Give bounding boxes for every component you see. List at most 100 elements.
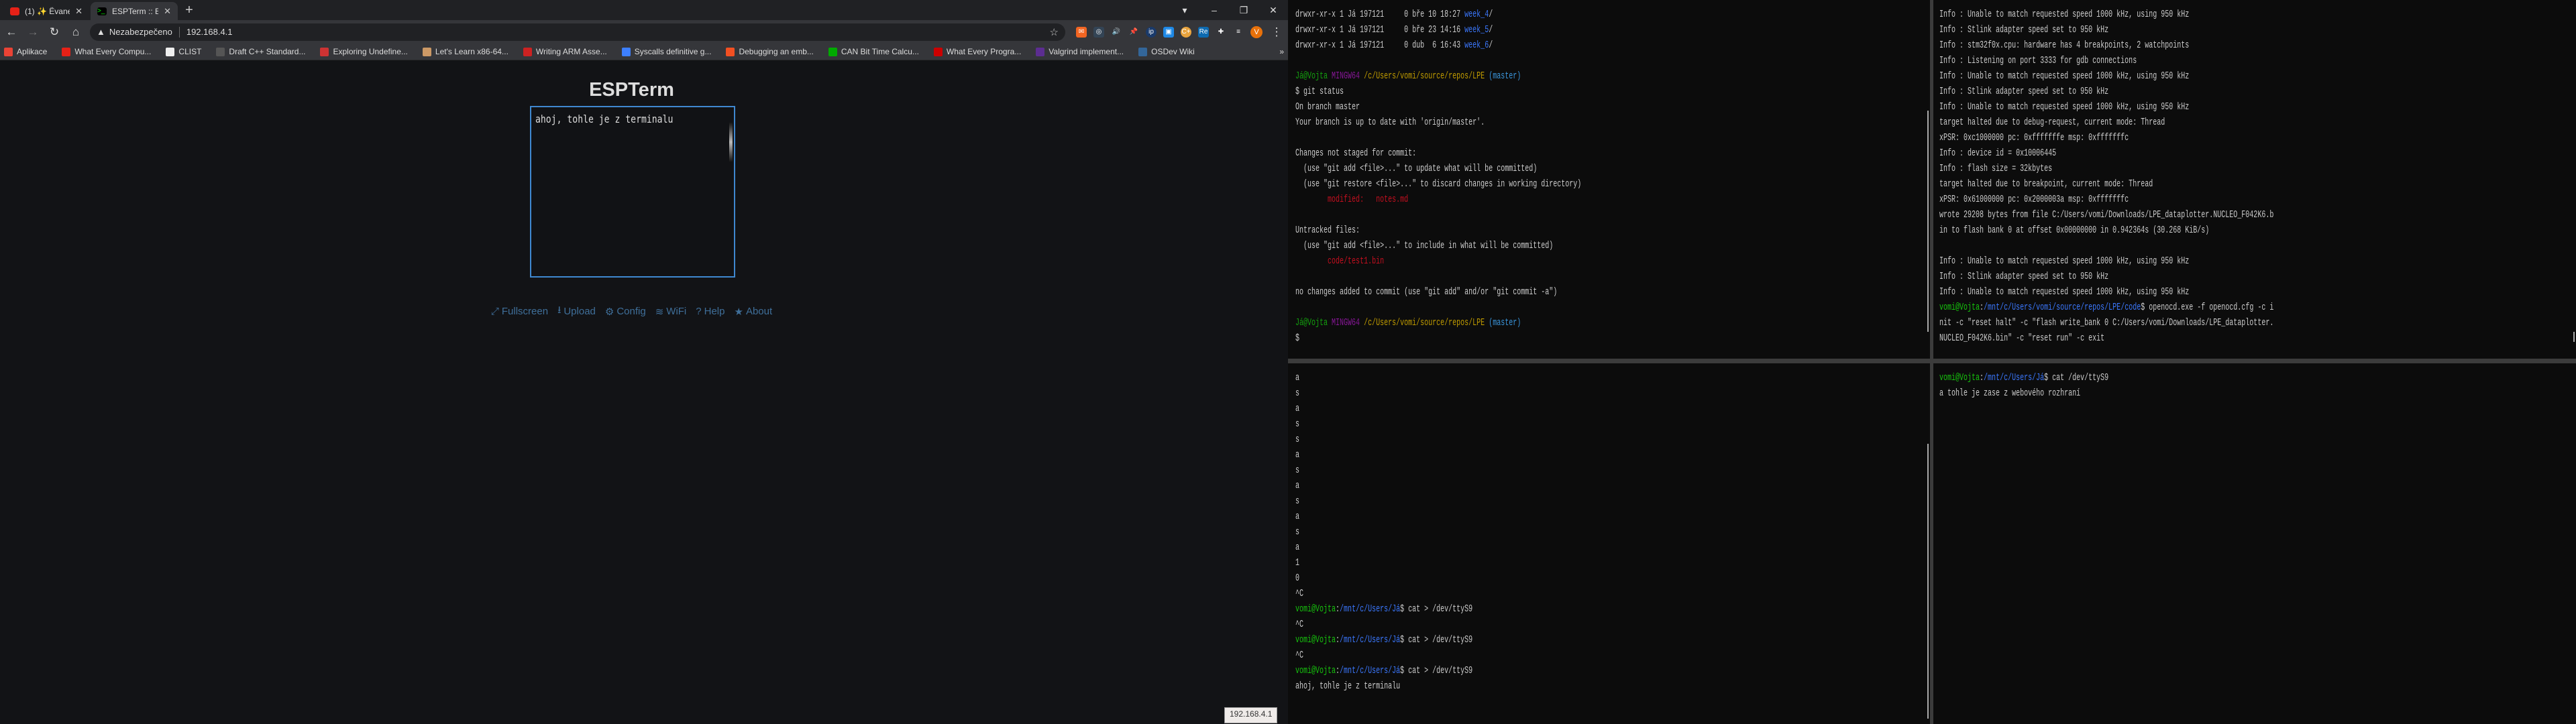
terminal-text: (use "git add <file>..." to update what …	[1295, 163, 1538, 174]
terminal-line: NUCLEO_F042K6.bin" -c "reset run" -c exi…	[1939, 330, 2273, 346]
scrollbar[interactable]	[729, 122, 733, 162]
nav-link-help[interactable]: ? Help	[696, 303, 724, 320]
espterm-screen[interactable]: ahoj, tohle je z terminalu	[530, 106, 735, 278]
terminal-line: s	[1295, 463, 1472, 478]
terminal-text: s	[1295, 465, 1300, 476]
terminal-line: Info : flash size = 32kbytes	[1939, 161, 2273, 176]
terminal-line: a	[1295, 540, 1472, 555]
nav-link-config[interactable]: ⚙ Config	[605, 303, 646, 320]
bookmark-item[interactable]: Syscalls definitive g...	[621, 47, 711, 56]
bookmark-favicon-icon	[422, 47, 431, 56]
terminal-text: in to flash bank 0 at offset 0x00000000 …	[1939, 225, 2210, 236]
upload-icon: ⭳	[557, 304, 561, 316]
extension-re-icon[interactable]: Re	[1198, 26, 1209, 38]
new-tab-button[interactable]: +	[181, 3, 197, 18]
extension-owl-icon[interactable]: ◎	[1093, 26, 1104, 38]
profile-avatar[interactable]: V	[1250, 25, 1263, 38]
extension-cplus-icon[interactable]: C+	[1181, 26, 1191, 38]
terminal-line: xPSR: 0x61000000 pc: 0x2000003a msp: 0xf…	[1939, 192, 2273, 207]
terminal-text: Já@Vojta	[1295, 317, 1332, 328]
nav-link-about[interactable]: ★ About	[734, 303, 772, 320]
nav-link-fullscreen[interactable]: ⤢ Fullscreen	[491, 303, 548, 320]
bookmarks-overflow-button[interactable]: »	[1279, 47, 1284, 56]
bookmark-label: Debugging an emb...	[739, 47, 814, 56]
terminal-text: On branch master	[1295, 101, 1360, 113]
forward-button[interactable]: →	[25, 25, 40, 39]
minimize-button[interactable]: –	[1199, 5, 1229, 15]
bookmark-item[interactable]: Let's Learn x86-64...	[422, 47, 508, 56]
nav-link-upload[interactable]: ⭳ Upload	[557, 303, 596, 320]
terminal-text: drwxr-xr-x 1 Já 197121 0 bře 10 18:27	[1295, 9, 1465, 20]
extension-pin-icon[interactable]: 📌	[1128, 27, 1139, 38]
terminal-pane-git-bash[interactable]: drwxr-xr-x 1 Já 197121 0 bře 10 18:27 we…	[1289, 0, 1930, 359]
close-tab-icon[interactable]: ✕	[164, 6, 171, 17]
close-window-button[interactable]: ✕	[1258, 5, 1288, 16]
terminal-pane-openocd[interactable]: Info : Unable to match requested speed 1…	[1933, 0, 2576, 359]
tab-search-icon[interactable]: ▾	[1170, 5, 1199, 16]
terminal-text: 0	[1295, 572, 1300, 584]
terminal-line: modified: notes.md	[1295, 192, 1581, 207]
pane-divider-horizontal[interactable]	[1288, 359, 2576, 363]
terminal-text: $ cat > /dev/ttyS9	[1400, 634, 1473, 646]
terminal-line: wrote 29208 bytes from file C:/Users/vom…	[1939, 207, 2273, 223]
terminal-line: Info : stm32f0x.cpu: hardware has 4 brea…	[1939, 38, 2273, 53]
nav-link-wifi[interactable]: ≋ WiFi	[655, 303, 687, 320]
bookmark-item[interactable]: Draft C++ Standard...	[216, 47, 305, 56]
bookmark-item[interactable]: What Every Compu...	[62, 47, 151, 56]
terminal-text: $ cat > /dev/ttyS9	[1400, 665, 1473, 676]
scrollbar[interactable]	[2573, 332, 2575, 342]
bookmark-item[interactable]: What Every Progra...	[933, 47, 1021, 56]
bookmark-item[interactable]: Aplikace	[4, 47, 47, 56]
bookmark-item[interactable]: CLIST	[166, 47, 201, 56]
reload-button[interactable]: ↻	[47, 25, 62, 39]
close-tab-icon[interactable]: ✕	[75, 6, 83, 17]
about-icon: ★	[734, 306, 743, 318]
bookmark-item[interactable]: Valgrind implement...	[1036, 47, 1124, 56]
terminal-pane-serial-read[interactable]: vomi@Vojta:/mnt/c/Users/Já$ cat /dev/tty…	[1933, 363, 2576, 724]
back-button[interactable]: ←	[4, 25, 19, 39]
terminal-text: $ cat > /dev/ttyS9	[1400, 603, 1473, 615]
terminal-line: Changes not staged for commit:	[1295, 145, 1581, 161]
tab-espterm[interactable]: >_ ESPTerm :: ESPTerm ✕	[91, 2, 178, 20]
nav-label: Config	[616, 306, 646, 317]
warning-icon: ▲	[97, 27, 105, 37]
terminal-text: Your branch is up to date with 'origin/m…	[1295, 117, 1485, 128]
terminal-text: a	[1295, 511, 1300, 522]
terminal-text: /	[1489, 9, 1493, 20]
bookmark-favicon-icon	[828, 47, 837, 56]
terminal-line: Your branch is up to date with 'origin/m…	[1295, 115, 1581, 130]
terminal-pane-serial-write[interactable]: a s a s s a s a s a s a 1 0 ^C vomi@Vojta:/mnt/c/Users/…	[1289, 363, 1930, 724]
terminal-line: Info : Stlink adapter speed set to 950 k…	[1939, 22, 2273, 38]
bookmark-item[interactable]: Writing ARM Asse...	[523, 47, 607, 56]
terminal-line: Info : Stlink adapter speed set to 950 k…	[1939, 269, 2273, 284]
extension-ip-icon[interactable]: ip	[1146, 26, 1157, 38]
terminal-line: Já@Vojta MINGW64 /c/Users/vomi/source/re…	[1295, 68, 1581, 84]
extension-blue-icon[interactable]: ▣	[1163, 26, 1174, 38]
terminal-line: Untracked files:	[1295, 223, 1581, 238]
bookmark-item[interactable]: Debugging an emb...	[726, 47, 814, 56]
home-button[interactable]: ⌂	[68, 25, 83, 39]
media-control-icon[interactable]: ≡	[1233, 27, 1244, 38]
tab-bar: (1) ✨ Ëvanescencë Best of 1998 - ✕ >_ ES…	[0, 0, 1288, 20]
scrollbar[interactable]	[1927, 444, 1929, 719]
terminal-text: /	[1489, 24, 1493, 36]
extensions-puzzle-icon[interactable]: ✚	[1216, 27, 1226, 38]
address-bar[interactable]: ▲ Nezabezpečeno 192.168.4.1 ☆	[90, 23, 1065, 41]
terminal-line: Info : Unable to match requested speed 1…	[1939, 284, 2273, 300]
terminal-line: Info : Stlink adapter speed set to 950 k…	[1939, 84, 2273, 99]
terminal-line: Info : Unable to match requested speed 1…	[1939, 7, 2273, 22]
terminal-line: s	[1295, 385, 1472, 401]
extension-mail-icon[interactable]: ✉	[1076, 26, 1087, 38]
scrollbar[interactable]	[1927, 111, 1929, 332]
tab-youtube[interactable]: (1) ✨ Ëvanescencë Best of 1998 - ✕	[3, 2, 89, 20]
bookmark-item[interactable]: CAN Bit Time Calcu...	[828, 47, 919, 56]
restore-button[interactable]: ❐	[1229, 5, 1258, 16]
bookmark-star-icon[interactable]: ☆	[1050, 26, 1059, 38]
bookmark-item[interactable]: OSDev Wiki	[1138, 47, 1195, 56]
terminal-line: s	[1295, 493, 1472, 509]
extension-sound-icon[interactable]: 🔊	[1111, 27, 1122, 38]
menu-kebab-icon[interactable]: ⋮	[1269, 25, 1284, 39]
terminal-text: drwxr-xr-x 1 Já 197121 0 bře 23 14:16	[1295, 24, 1465, 36]
bookmark-item[interactable]: Exploring Undefine...	[320, 47, 408, 56]
